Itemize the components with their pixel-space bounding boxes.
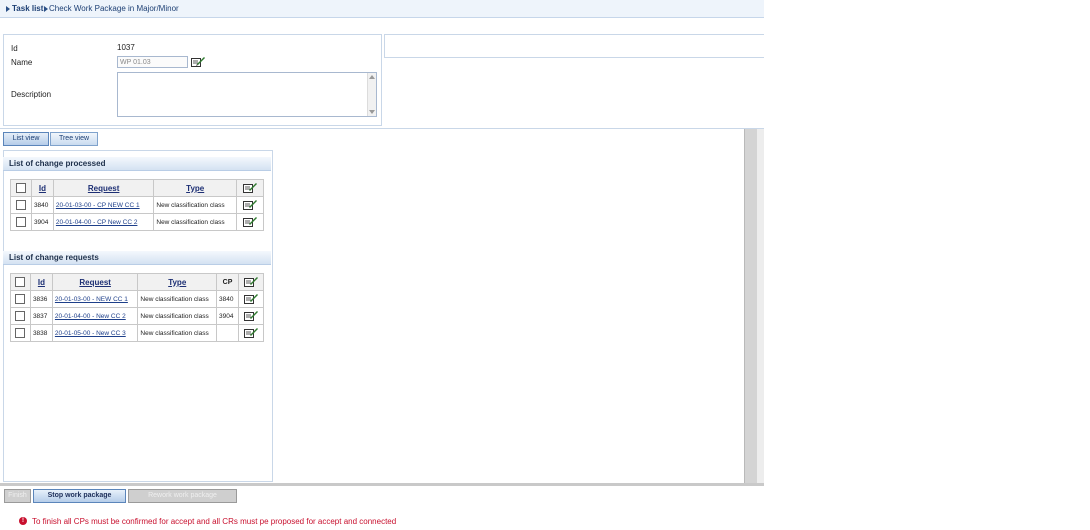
row-id: 3840: [30, 196, 54, 214]
select-all-checkbox[interactable]: [15, 183, 26, 193]
work-package-properties: Id 1037 Name Description: [3, 34, 382, 126]
breadcrumb-current: Check Work Package in Major/Minor: [49, 4, 179, 13]
tab-list-view[interactable]: List view: [3, 132, 49, 146]
row-type: New classification class: [153, 196, 238, 214]
bulk-edit-icon[interactable]: [243, 182, 258, 193]
edit-icon[interactable]: [243, 216, 258, 227]
row-id: 3904: [30, 213, 54, 231]
vertical-scrollbar[interactable]: [744, 129, 757, 483]
row-edit-cell: [238, 307, 264, 325]
rework-work-package-button[interactable]: Rework work package: [128, 489, 237, 503]
select-all-checkbox[interactable]: [15, 277, 26, 287]
request-link[interactable]: 20-01-03-00 - NEW CC 1: [55, 296, 128, 303]
scroll-up-icon[interactable]: [369, 75, 375, 79]
row-id: 3836: [29, 290, 53, 308]
stop-work-package-button[interactable]: Stop work package: [33, 489, 126, 503]
id-column-header[interactable]: Id: [30, 179, 54, 197]
description-field[interactable]: [117, 72, 377, 117]
table-header-row: Id Request Type: [10, 179, 264, 197]
row-cp: 3904: [216, 307, 240, 325]
warning-message: To finish all CPs must be confirmed for …: [32, 517, 397, 526]
table-row: 3838 20-01-05-00 - New CC 3 New classifi…: [10, 324, 264, 342]
scroll-down-icon[interactable]: [369, 110, 375, 114]
finish-button[interactable]: Finish: [4, 489, 31, 503]
description-label: Description: [11, 90, 52, 99]
cp-column-header: CP: [216, 273, 240, 291]
request-link[interactable]: 20-01-03-00 - CP NEW CC 1: [56, 202, 140, 209]
id-column-header[interactable]: Id: [29, 273, 53, 291]
breadcrumb-separator-icon: [44, 6, 48, 12]
edit-column-header: [238, 273, 264, 291]
edit-name-icon[interactable]: [191, 56, 205, 67]
edit-column-header: [236, 179, 264, 197]
table-header-row: Id Request Type CP: [10, 273, 264, 291]
row-checkbox-cell: [10, 196, 32, 214]
table-row: 3840 20-01-03-00 - CP NEW CC 1 New class…: [10, 196, 264, 214]
row-edit-cell: [238, 324, 264, 342]
select-all-cell: [10, 273, 31, 291]
row-checkbox[interactable]: [15, 200, 26, 210]
row-cp: 3840: [216, 290, 240, 308]
name-label: Name: [11, 58, 33, 67]
row-request-cell: 20-01-03-00 - NEW CC 1: [51, 290, 139, 308]
breadcrumb: Task list Check Work Package in Major/Mi…: [0, 0, 764, 18]
breadcrumb-arrow-icon: [6, 6, 10, 12]
id-value: 1037: [117, 43, 135, 52]
row-checkbox-cell: [10, 290, 31, 308]
row-type: New classification class: [137, 307, 218, 325]
type-column-header[interactable]: Type: [137, 273, 218, 291]
requests-section-title: List of change requests: [3, 251, 271, 265]
side-panel: [384, 34, 764, 58]
row-edit-cell: [238, 290, 264, 308]
row-edit-cell: [236, 196, 264, 214]
row-id: 3838: [29, 324, 53, 342]
name-field[interactable]: [117, 56, 188, 68]
request-link[interactable]: 20-01-04-00 - New CC 2: [55, 313, 126, 320]
bottom-divider: [0, 483, 764, 486]
row-checkbox-cell: [10, 324, 31, 342]
row-checkbox[interactable]: [15, 328, 26, 338]
row-type: New classification class: [153, 213, 238, 231]
table-row: 3837 20-01-04-00 - New CC 2 New classifi…: [10, 307, 264, 325]
edit-icon[interactable]: [243, 199, 258, 210]
divider: [0, 128, 764, 129]
bulk-edit-icon[interactable]: [244, 276, 258, 287]
type-column-header[interactable]: Type: [153, 179, 238, 197]
edit-icon[interactable]: [244, 327, 258, 338]
breadcrumb-task-list-link[interactable]: Task list: [12, 4, 43, 13]
request-link[interactable]: 20-01-05-00 - New CC 3: [55, 330, 126, 337]
row-request-cell: 20-01-03-00 - CP NEW CC 1: [52, 196, 155, 214]
request-column-header[interactable]: Request: [52, 179, 155, 197]
edit-icon[interactable]: [244, 310, 258, 321]
row-edit-cell: [236, 213, 264, 231]
processed-section-title: List of change processed: [3, 157, 271, 171]
row-checkbox[interactable]: [15, 217, 26, 227]
row-checkbox[interactable]: [15, 294, 26, 304]
tab-tree-view[interactable]: Tree view: [50, 132, 98, 146]
row-cp: [216, 324, 240, 342]
row-type: New classification class: [137, 290, 218, 308]
row-type: New classification class: [137, 324, 218, 342]
scrollbar-track: [757, 129, 764, 483]
row-request-cell: 20-01-04-00 - New CC 2: [51, 307, 139, 325]
select-all-cell: [10, 179, 32, 197]
processed-table: Id Request Type 3840 20-01-03-00 - CP NE…: [10, 179, 264, 231]
requests-table: Id Request Type CP 3836 20-01-03-00 - NE…: [10, 273, 264, 342]
table-row: 3904 20-01-04-00 - CP New CC 2 New class…: [10, 213, 264, 231]
row-checkbox[interactable]: [15, 311, 26, 321]
row-id: 3837: [29, 307, 53, 325]
request-column-header[interactable]: Request: [51, 273, 139, 291]
table-row: 3836 20-01-03-00 - NEW CC 1 New classifi…: [10, 290, 264, 308]
request-link[interactable]: 20-01-04-00 - CP New CC 2: [56, 219, 138, 226]
row-request-cell: 20-01-04-00 - CP New CC 2: [52, 213, 155, 231]
row-request-cell: 20-01-05-00 - New CC 3: [51, 324, 139, 342]
description-scrollbar[interactable]: [367, 73, 376, 116]
row-checkbox-cell: [10, 213, 32, 231]
error-icon: !: [19, 517, 27, 525]
edit-icon[interactable]: [244, 293, 258, 304]
id-label: Id: [11, 44, 18, 53]
row-checkbox-cell: [10, 307, 31, 325]
